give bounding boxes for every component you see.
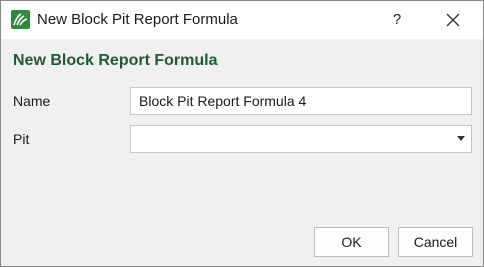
name-field[interactable]: Block Pit Report Formula 4: [130, 87, 472, 115]
close-icon[interactable]: [441, 9, 465, 31]
name-field-value: Block Pit Report Formula 4: [139, 93, 307, 109]
name-label: Name: [13, 93, 51, 109]
ok-button[interactable]: OK: [314, 227, 389, 257]
window-title: New Block Pit Report Formula: [37, 11, 238, 28]
help-button[interactable]: ?: [385, 9, 409, 31]
title-bar: New Block Pit Report Formula ?: [1, 1, 483, 39]
cancel-button[interactable]: Cancel: [398, 227, 473, 257]
pit-dropdown[interactable]: [130, 125, 472, 153]
dropdown-arrow-icon: [457, 136, 465, 141]
new-block-pit-report-formula-dialog: New Block Pit Report Formula ? New Block…: [0, 0, 484, 267]
form-header: New Block Report Formula: [13, 52, 218, 69]
app-logo-icon: [11, 10, 30, 29]
pit-label: Pit: [13, 131, 30, 147]
